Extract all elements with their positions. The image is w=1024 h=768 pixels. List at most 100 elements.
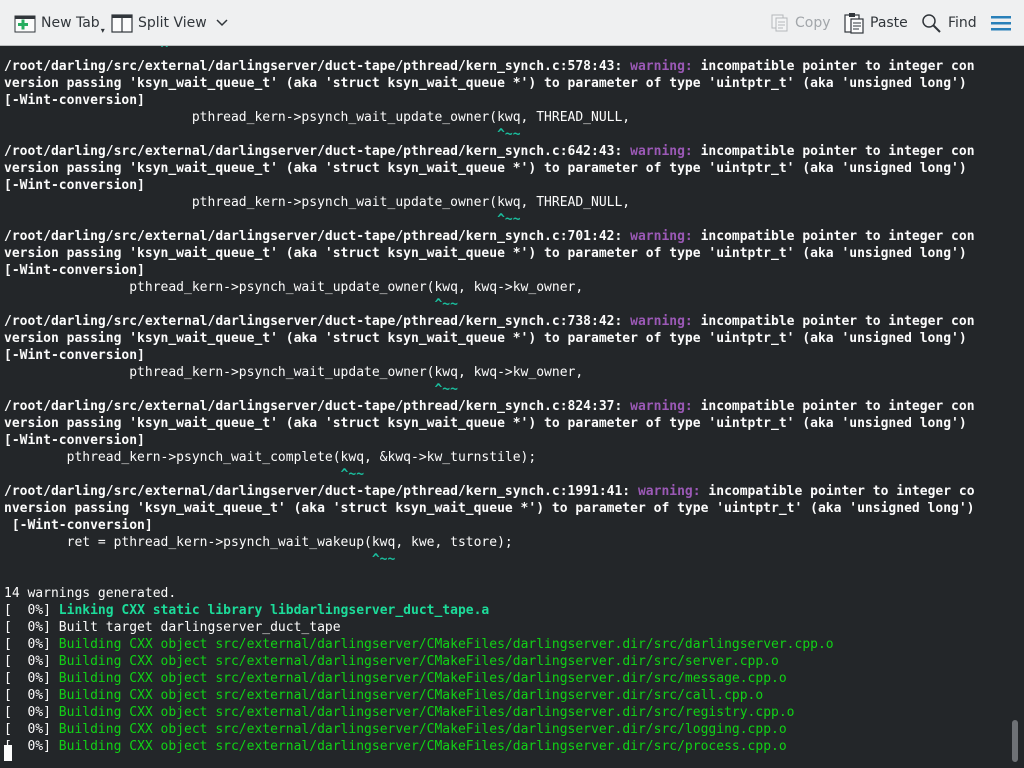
- terminal-text: version passing 'ksyn_wait_queue_t' (aka…: [4, 416, 967, 431]
- terminal-line: [-Wint-conversion]: [4, 432, 975, 449]
- terminal-line: ^: [4, 46, 975, 58]
- terminal-text: [-Wint-conversion]: [4, 348, 145, 363]
- terminal-text: [ 0%]: [4, 654, 59, 669]
- terminal-text: Building CXX object src/external/darling…: [58, 671, 787, 686]
- terminal-line: [ 0%] Building CXX object src/external/d…: [4, 670, 975, 687]
- terminal-line: [ 0%] Building CXX object src/external/d…: [4, 738, 975, 755]
- terminal-line: version passing 'ksyn_wait_queue_t' (aka…: [4, 415, 975, 432]
- terminal-line: [-Wint-conversion]: [4, 92, 975, 109]
- terminal-text: Building CXX object src/external/darling…: [58, 637, 834, 652]
- terminal-line: pthread_kern->psynch_wait_update_owner(k…: [4, 279, 975, 296]
- terminal-text: [-Wint-conversion]: [4, 93, 145, 108]
- terminal-line: [-Wint-conversion]: [4, 347, 975, 364]
- warning-label: warning:: [630, 144, 693, 159]
- terminal-text: [ 0%]: [4, 705, 59, 720]
- terminal-line: [ 0%] Building CXX object src/external/d…: [4, 653, 975, 670]
- terminal-text: incompatible pointer to integer con: [692, 399, 975, 414]
- terminal-line: [ 0%] Building CXX object src/external/d…: [4, 704, 975, 721]
- copy-label: Copy: [795, 15, 831, 31]
- terminal-text: [ 0%]: [4, 603, 59, 618]
- split-view-button[interactable]: Split View: [111, 0, 234, 46]
- terminal-text: version passing 'ksyn_wait_queue_t' (aka…: [4, 76, 967, 91]
- terminal-text: version passing 'ksyn_wait_queue_t' (aka…: [4, 246, 967, 261]
- terminal-text: ^~~: [4, 127, 521, 142]
- terminal-text: incompatible pointer to integer con: [692, 144, 975, 159]
- terminal-line: version passing 'ksyn_wait_queue_t' (aka…: [4, 75, 975, 92]
- terminal-line: ^~~: [4, 551, 975, 568]
- warning-label: warning:: [637, 484, 701, 499]
- terminal-text: incompatible pointer to integer con: [692, 229, 975, 244]
- terminal-text: /root/darling/src/external/darlingserver…: [4, 314, 631, 329]
- terminal-line: [-Wint-conversion]: [4, 177, 975, 194]
- new-tab-menu-arrow-icon[interactable]: ▾: [101, 26, 105, 35]
- terminal-line: [-Wint-conversion]: [4, 262, 975, 279]
- terminal-text: incompatible pointer to integer con: [692, 314, 975, 329]
- paste-icon: [844, 13, 864, 34]
- copy-button[interactable]: Copy: [770, 0, 831, 46]
- terminal-line: ^~~: [4, 381, 975, 398]
- terminal-line: /root/darling/src/external/darlingserver…: [4, 143, 975, 160]
- terminal-line: /root/darling/src/external/darlingserver…: [4, 313, 975, 330]
- terminal-line: [-Wint-conversion]: [4, 517, 975, 534]
- terminal-text: /root/darling/src/external/darlingserver…: [4, 144, 631, 159]
- terminal-text: [ 0%]: [4, 688, 59, 703]
- terminal-line: [ 0%] Building CXX object src/external/d…: [4, 636, 975, 653]
- terminal-text: ^~~: [4, 382, 458, 397]
- terminal-text: [ 0%]: [4, 739, 59, 754]
- terminal-line: [ 0%] Building CXX object src/external/d…: [4, 721, 975, 738]
- terminal-scrollbar[interactable]: [1012, 720, 1018, 762]
- terminal-text: pthread_kern->psynch_wait_update_owner(k…: [4, 280, 584, 295]
- terminal-line: [ 0%] Linking CXX static library libdarl…: [4, 602, 975, 619]
- terminal-text: 14 warnings generated.: [4, 586, 177, 601]
- terminal-line: [ 0%] Building CXX object src/external/d…: [4, 687, 975, 704]
- warning-label: warning:: [630, 314, 693, 329]
- terminal-line: /root/darling/src/external/darlingserver…: [4, 483, 975, 500]
- terminal-line: ^~~: [4, 211, 975, 228]
- terminal-line: nversion passing 'ksyn_wait_queue_t' (ak…: [4, 500, 975, 517]
- terminal-line: version passing 'ksyn_wait_queue_t' (aka…: [4, 160, 975, 177]
- terminal-text: /root/darling/src/external/darlingserver…: [4, 229, 631, 244]
- terminal-text: /root/darling/src/external/darlingserver…: [4, 399, 631, 414]
- copy-icon: [771, 14, 788, 32]
- terminal-line: /root/darling/src/external/darlingserver…: [4, 228, 975, 245]
- terminal-text: Building CXX object src/external/darling…: [58, 722, 787, 737]
- terminal-text: pthread_kern->psynch_wait_update_owner(k…: [4, 110, 631, 125]
- chevron-down-icon[interactable]: [215, 18, 229, 28]
- terminal-text: ^~~: [4, 212, 521, 227]
- split-view-icon: [111, 14, 133, 33]
- new-tab-label: New Tab: [41, 15, 100, 31]
- terminal-text: Building CXX object src/external/darling…: [58, 654, 779, 669]
- find-label: Find: [948, 15, 977, 31]
- toolbar: New Tab ▾ Split View Copy Paste Find: [0, 0, 1024, 46]
- hamburger-menu-icon: [991, 16, 1011, 31]
- terminal-text: ret = pthread_kern->psynch_wait_wakeup(k…: [4, 535, 513, 550]
- terminal-line: ^~~: [4, 296, 975, 313]
- find-button[interactable]: Find: [921, 0, 977, 46]
- terminal-text: [-Wint-conversion]: [4, 518, 153, 533]
- terminal-text: /root/darling/src/external/darlingserver…: [4, 59, 631, 74]
- terminal-text: ^~~: [4, 467, 365, 482]
- terminal-text: version passing 'ksyn_wait_queue_t' (aka…: [4, 161, 967, 176]
- search-icon: [922, 14, 941, 33]
- hamburger-menu-button[interactable]: [990, 0, 1017, 46]
- terminal-line: pthread_kern->psynch_wait_update_owner(k…: [4, 194, 975, 211]
- new-tab-button[interactable]: New Tab ▾: [14, 0, 105, 46]
- terminal-text: version passing 'ksyn_wait_queue_t' (aka…: [4, 331, 967, 346]
- terminal-text: [ 0%] Built target darlingserver_duct_ta…: [4, 620, 341, 635]
- terminal-line: [ 0%] Built target darlingserver_duct_ta…: [4, 619, 975, 636]
- terminal-line: /root/darling/src/external/darlingserver…: [4, 58, 975, 75]
- terminal-line: ret = pthread_kern->psynch_wait_wakeup(k…: [4, 534, 975, 551]
- terminal-text: nversion passing 'ksyn_wait_queue_t' (ak…: [4, 501, 975, 516]
- terminal-text: /root/darling/src/external/darlingserver…: [4, 484, 638, 499]
- terminal-text: incompatible pointer to integer con: [692, 59, 975, 74]
- terminal-cursor: [4, 745, 12, 761]
- terminal-line: pthread_kern->psynch_wait_update_owner(k…: [4, 364, 975, 381]
- terminal-line: ^~~: [4, 466, 975, 483]
- terminal-line: 14 warnings generated.: [4, 585, 975, 602]
- warning-label: warning:: [630, 399, 693, 414]
- paste-button[interactable]: Paste: [843, 0, 908, 46]
- terminal-text: Building CXX object src/external/darling…: [58, 688, 764, 703]
- terminal-output[interactable]: ^ /root/darling/src/external/darlingserve…: [0, 46, 1024, 768]
- warning-label: warning:: [630, 59, 693, 74]
